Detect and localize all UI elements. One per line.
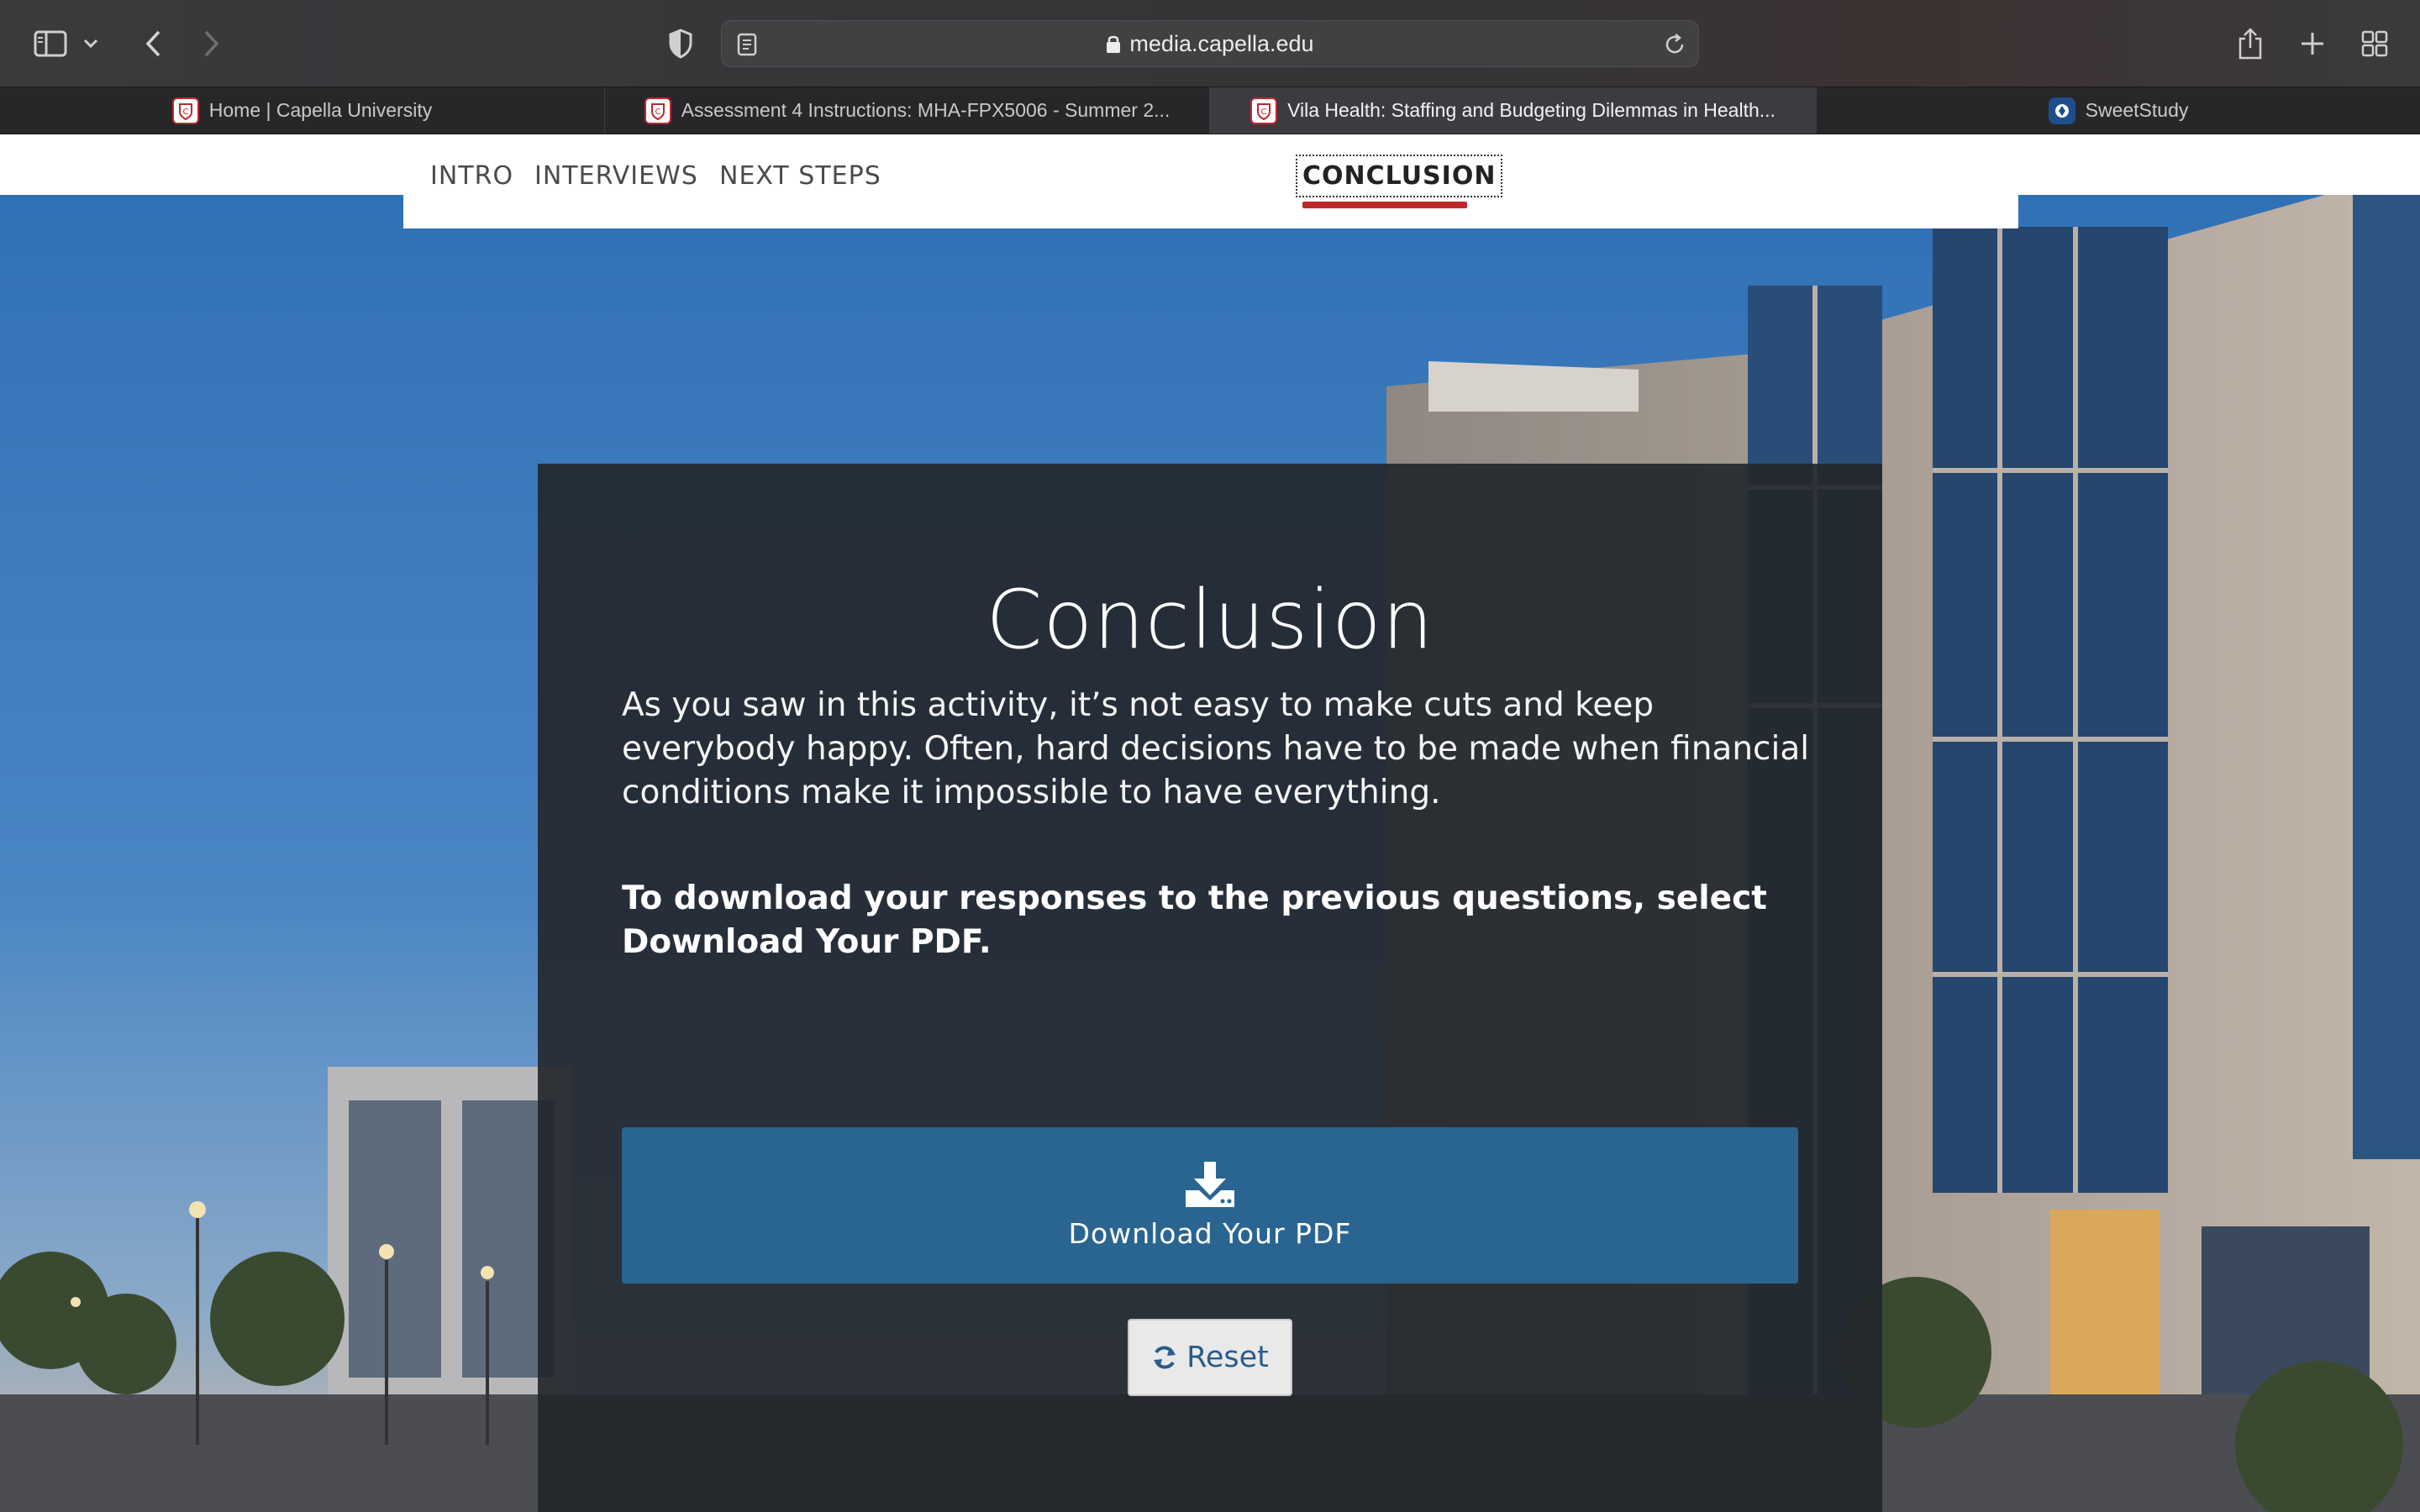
- tab-assessment-instructions[interactable]: C Assessment 4 Instructions: MHA-FPX5006…: [605, 87, 1210, 134]
- plus-icon: [2302, 33, 2323, 55]
- forward-button[interactable]: [187, 18, 237, 69]
- url-text: media.capella.edu: [1129, 30, 1314, 56]
- svg-text:C: C: [655, 108, 660, 117]
- tab-title: SweetStudy: [2085, 99, 2189, 121]
- share-icon: [2238, 28, 2262, 60]
- url-display: media.capella.edu: [722, 21, 1698, 66]
- grid-icon: [2361, 30, 2388, 57]
- page-viewport: INTRO INTERVIEWS NEXT STEPS CONCLUSION C…: [0, 134, 2420, 1512]
- nav-active-indicator: [1302, 202, 1467, 208]
- capella-icon: C: [1250, 97, 1278, 124]
- chevron-down-icon: [83, 39, 98, 49]
- download-icon: [1186, 1161, 1234, 1207]
- nav-next-steps[interactable]: NEXT STEPS: [719, 161, 881, 191]
- reset-label: Reset: [1186, 1341, 1269, 1374]
- sweetstudy-icon: [2048, 97, 2075, 124]
- tab-title: Vila Health: Staffing and Budgeting Dile…: [1287, 99, 1776, 121]
- tab-title: Home | Capella University: [208, 99, 433, 121]
- nav-conclusion[interactable]: CONCLUSION: [1295, 155, 1503, 197]
- refresh-icon: [1154, 1346, 1176, 1369]
- shield-icon: [669, 29, 692, 59]
- section-navigation: INTRO INTERVIEWS NEXT STEPS CONCLUSION: [403, 134, 2018, 228]
- chevron-right-icon: [204, 30, 219, 57]
- tab-vila-health[interactable]: C Vila Health: Staffing and Budgeting Di…: [1210, 87, 1817, 134]
- new-tab-button[interactable]: [2287, 18, 2338, 69]
- chevron-left-icon: [145, 30, 160, 57]
- sidebar-toggle-button[interactable]: [25, 18, 76, 69]
- download-pdf-label: Download Your PDF: [1068, 1216, 1352, 1250]
- download-instructions: To download your responses to the previo…: [622, 879, 1767, 961]
- back-button[interactable]: [128, 18, 178, 69]
- reload-button[interactable]: [1663, 33, 1686, 60]
- reload-icon: [1665, 34, 1684, 54]
- tab-strip: C Home | Capella University C Assessment…: [0, 87, 2420, 134]
- reset-button[interactable]: Reset: [1128, 1319, 1292, 1396]
- download-pdf-button[interactable]: Download Your PDF: [622, 1127, 1798, 1284]
- tab-title: Assessment 4 Instructions: MHA-FPX5006 -…: [681, 99, 1171, 121]
- privacy-report-button[interactable]: [655, 18, 706, 69]
- address-bar[interactable]: media.capella.edu: [721, 20, 1699, 67]
- share-button[interactable]: [2225, 18, 2275, 69]
- browser-toolbar: media.capella.edu: [0, 0, 2420, 87]
- capella-icon: C: [171, 97, 199, 124]
- page-title: Conclusion: [986, 573, 1434, 667]
- svg-text:C: C: [1261, 108, 1267, 117]
- nav-interviews[interactable]: INTERVIEWS: [534, 161, 698, 191]
- tab-sweetstudy[interactable]: SweetStudy: [1817, 87, 2420, 134]
- conclusion-card: Conclusion As you saw in this activity, …: [538, 464, 1882, 1512]
- sidebar-menu-button[interactable]: [74, 18, 108, 69]
- conclusion-text: As you saw in this activity, it’s not ea…: [622, 686, 1810, 811]
- tab-home-capella[interactable]: C Home | Capella University: [0, 87, 605, 134]
- lock-icon: [1106, 34, 1121, 54]
- svg-text:C: C: [182, 108, 188, 117]
- capella-icon: C: [644, 97, 671, 124]
- sidebar-icon: [34, 30, 67, 57]
- nav-intro[interactable]: INTRO: [430, 161, 513, 191]
- tab-overview-button[interactable]: [2349, 18, 2400, 69]
